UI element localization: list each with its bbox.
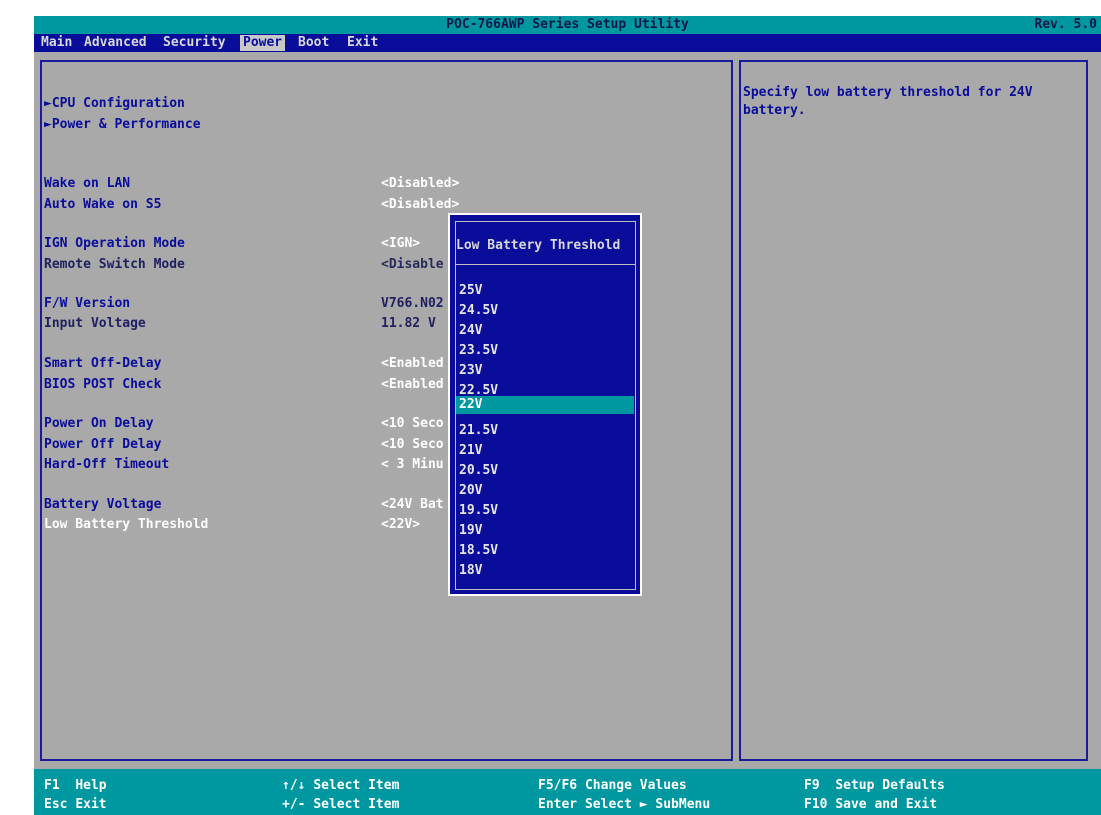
- setting-label-input-voltage: Input Voltage: [44, 316, 146, 331]
- action-submenu: Select ► SubMenu: [584, 797, 711, 812]
- popup-option-24-5v[interactable]: 24.5V: [456, 302, 634, 320]
- key-esc: Esc: [44, 797, 68, 812]
- setting-label-remote-switch: Remote Switch Mode: [44, 257, 185, 272]
- key-enter: Enter: [538, 797, 578, 812]
- popup-option-23-5v[interactable]: 23.5V: [456, 342, 634, 360]
- setting-value-power-on-delay[interactable]: <10 Seco: [381, 416, 444, 432]
- key-f9: F9: [804, 778, 820, 793]
- menu-exit[interactable]: Exit: [344, 35, 381, 51]
- setting-value-ign-mode[interactable]: <IGN>: [381, 236, 420, 252]
- menu-boot[interactable]: Boot: [295, 35, 332, 51]
- setting-value-fw-version: V766.N02: [381, 296, 444, 311]
- popup-option-18-5v[interactable]: 18.5V: [456, 542, 634, 560]
- popup-divider: [455, 264, 636, 265]
- setting-label-battery-voltage: Battery Voltage: [44, 497, 162, 512]
- setting-value-battery-voltage[interactable]: <24V Bat: [381, 497, 444, 513]
- popup-option-21-5v[interactable]: 21.5V: [456, 422, 634, 440]
- popup-option-20-5v[interactable]: 20.5V: [456, 462, 634, 480]
- utility-title: POC-766AWP Series Setup Utility: [446, 17, 689, 32]
- popup-title: Low Battery Threshold: [456, 238, 621, 253]
- setting-value-power-off-delay[interactable]: <10 Seco: [381, 437, 444, 453]
- popup-option-19v[interactable]: 19V: [456, 522, 634, 540]
- setting-value-bios-post-check[interactable]: <Enabled: [381, 377, 444, 393]
- setting-value-input-voltage: 11.82 V: [381, 316, 436, 331]
- footer-help: F1 Help: [44, 778, 107, 794]
- key-f10: F10: [804, 797, 828, 812]
- submenu-power-performance[interactable]: ►Power & Performance: [44, 117, 201, 133]
- footer-setup-defaults: F9 Setup Defaults: [804, 778, 945, 794]
- setting-label-low-battery-threshold: Low Battery Threshold: [44, 517, 209, 532]
- setting-label-smart-off-delay: Smart Off-Delay: [44, 356, 162, 371]
- setting-value-hard-off-timeout[interactable]: < 3 Minu: [381, 457, 444, 473]
- action-help: Help: [75, 778, 107, 793]
- popup-option-21v[interactable]: 21V: [456, 442, 634, 460]
- action-change-values: Change Values: [584, 778, 687, 793]
- help-text: Specify low battery threshold for 24V ba…: [743, 85, 1033, 118]
- footer-save-exit: F10 Save and Exit: [804, 797, 937, 813]
- menu-bar: Main Advanced Security Power Boot Exit: [34, 34, 1101, 52]
- setting-value-low-battery-threshold[interactable]: <22V>: [381, 517, 420, 533]
- setting-label-auto-wake-s5: Auto Wake on S5: [44, 197, 162, 212]
- action-exit: Exit: [75, 797, 107, 812]
- popup-option-22v[interactable]: 22V: [456, 396, 634, 414]
- menu-security[interactable]: Security: [160, 35, 229, 51]
- menu-advanced[interactable]: Advanced: [81, 35, 150, 51]
- setting-value-remote-switch: <Disable: [381, 257, 444, 272]
- key-up-down: ↑/↓: [282, 778, 306, 793]
- action-select-item-alt: Select Item: [313, 797, 400, 812]
- setting-label-power-on-delay: Power On Delay: [44, 416, 154, 431]
- footer-submenu: Enter Select ► SubMenu: [538, 797, 710, 813]
- popup-option-18v[interactable]: 18V: [456, 562, 634, 580]
- help-panel: [739, 60, 1088, 761]
- setting-label-ign-mode: IGN Operation Mode: [44, 236, 185, 251]
- setting-value-wake-on-lan[interactable]: <Disabled>: [381, 176, 459, 192]
- key-plus-minus: +/-: [282, 797, 306, 812]
- revision-label: Rev. 5.0: [1034, 17, 1097, 32]
- setting-label-wake-on-lan: Wake on LAN: [44, 176, 131, 191]
- footer-exit: Esc Exit: [44, 797, 107, 813]
- title-bar: POC-766AWP Series Setup Utility Rev. 5.0: [34, 16, 1101, 34]
- popup-option-20v[interactable]: 20V: [456, 482, 634, 500]
- setting-value-smart-off-delay[interactable]: <Enabled: [381, 356, 444, 372]
- setting-label-fw-version: F/W Version: [44, 296, 131, 311]
- setting-label-bios-post-check: BIOS POST Check: [44, 377, 162, 392]
- popup-option-23v[interactable]: 23V: [456, 362, 634, 380]
- submenu-cpu-configuration[interactable]: ►CPU Configuration: [44, 96, 185, 112]
- footer-select-item: ↑/↓ Select Item: [282, 778, 399, 794]
- action-setup-defaults: Setup Defaults: [835, 778, 945, 793]
- key-f5-f6: F5/F6: [538, 778, 578, 793]
- footer-change-values: F5/F6 Change Values: [538, 778, 687, 794]
- setting-value-auto-wake-s5[interactable]: <Disabled>: [381, 197, 459, 213]
- footer-select-item-alt: +/- Select Item: [282, 797, 399, 813]
- popup-option-19-5v[interactable]: 19.5V: [456, 502, 634, 520]
- menu-main[interactable]: Main: [38, 35, 75, 51]
- setting-label-hard-off-timeout: Hard-Off Timeout: [44, 457, 170, 472]
- action-save-exit: Save and Exit: [835, 797, 938, 812]
- popup-option-25v[interactable]: 25V: [456, 282, 634, 300]
- menu-power[interactable]: Power: [240, 35, 286, 51]
- setting-label-power-off-delay: Power Off Delay: [44, 437, 162, 452]
- action-select-item: Select Item: [313, 778, 400, 793]
- popup-option-24v[interactable]: 24V: [456, 322, 634, 340]
- key-f1: F1: [44, 778, 60, 793]
